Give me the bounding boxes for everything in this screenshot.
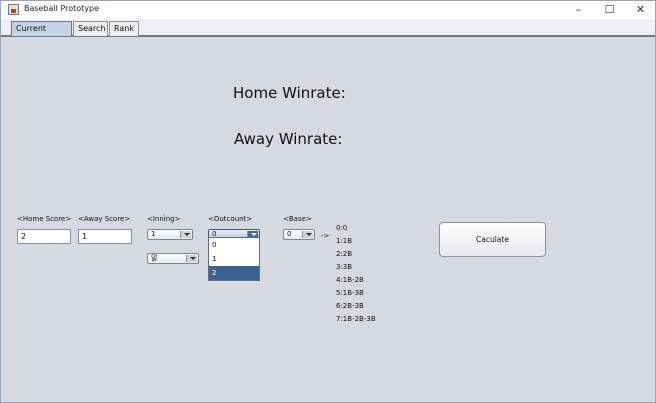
- java-app-icon: [8, 4, 19, 15]
- home-score-label: <Home Score>: [17, 215, 72, 223]
- inning-half-value: 말: [151, 254, 158, 262]
- current-match-panel: Home Winrate: Away Winrate: <Home Score>…: [1, 39, 655, 402]
- base-legend-item: 1:1B: [336, 237, 353, 245]
- inning-select-value: 1: [151, 230, 156, 238]
- away-score-input[interactable]: 1: [78, 229, 132, 244]
- outcount-option-highlighted[interactable]: 2: [209, 266, 259, 280]
- calculate-button[interactable]: Caculate: [439, 222, 546, 257]
- away-winrate-label: Away Winrate:: [234, 130, 343, 148]
- away-score-label: <Away Score>: [78, 215, 131, 223]
- base-legend-item: 2:2B: [336, 250, 353, 258]
- app-window: Baseball Prototype – ☐ ✕ Current Match S…: [0, 0, 656, 403]
- tab-current-match[interactable]: Current Match: [11, 21, 72, 47]
- tab-rank[interactable]: Rank: [109, 21, 139, 36]
- window-title: Baseball Prototype: [24, 4, 100, 13]
- base-legend: 0:0 1:1B 2:2B 3:3B 4:1B-2B 5:1B-3B 6:2B-…: [336, 222, 376, 326]
- base-legend-item: 4:1B-2B: [336, 276, 364, 284]
- base-legend-item: 5:1B-3B: [336, 289, 364, 297]
- maximize-button[interactable]: ☐: [593, 1, 626, 19]
- base-select-value: 0: [287, 230, 292, 238]
- home-winrate-label: Home Winrate:: [233, 84, 346, 102]
- close-button[interactable]: ✕: [624, 1, 656, 19]
- outcount-option[interactable]: 0: [209, 238, 259, 252]
- tab-search[interactable]: Search: [73, 21, 108, 36]
- tab-strip: Current Match Search Rank: [1, 19, 655, 47]
- title-bar: Baseball Prototype – ☐ ✕: [1, 1, 655, 19]
- outcount-option[interactable]: 1: [209, 252, 259, 266]
- inning-half-select[interactable]: 말: [147, 253, 199, 264]
- base-legend-item: 0:0: [336, 224, 348, 232]
- outcount-dropdown-list: 0 1 2: [208, 237, 260, 281]
- base-arrow: ->: [321, 232, 330, 240]
- base-label: <Base>: [283, 215, 312, 223]
- chevron-down-icon[interactable]: [186, 255, 197, 262]
- chevron-down-icon[interactable]: [302, 231, 313, 238]
- outcount-label: <Outcount>: [208, 215, 253, 223]
- chevron-down-icon[interactable]: [180, 231, 191, 238]
- base-legend-item: 6:2B-3B: [336, 302, 364, 310]
- base-legend-item: 3:3B: [336, 263, 353, 271]
- home-score-input[interactable]: 2: [17, 229, 71, 244]
- minimize-button[interactable]: –: [562, 1, 595, 19]
- base-legend-item: 7:1B-2B-3B: [336, 315, 376, 323]
- base-select[interactable]: 0: [283, 229, 315, 240]
- inning-label: <Inning>: [147, 215, 181, 223]
- inning-select[interactable]: 1: [147, 229, 193, 240]
